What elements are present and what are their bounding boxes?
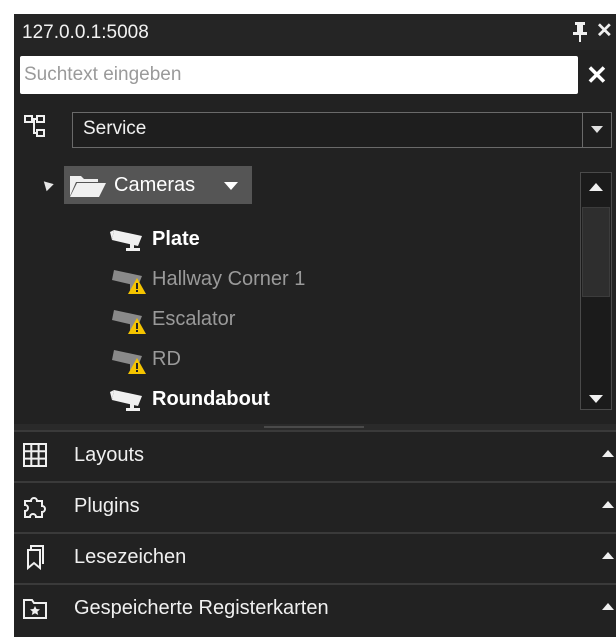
scrollbar-thumb[interactable] xyxy=(582,207,610,297)
scroll-down-icon[interactable] xyxy=(589,395,603,403)
camera-icon xyxy=(110,390,142,411)
section-label: Lesezeichen xyxy=(74,546,187,568)
view-select[interactable]: Service xyxy=(72,112,612,148)
chevron-down-icon[interactable] xyxy=(582,113,611,147)
bookmark-icon xyxy=(27,545,44,570)
camera-warning-icon xyxy=(112,350,146,374)
camera-label: Hallway Corner 1 xyxy=(152,268,306,290)
folder-open-icon xyxy=(70,176,106,197)
grid-icon xyxy=(23,443,47,467)
tree-item-camera[interactable]: Hallway Corner 1 xyxy=(108,264,508,296)
hierarchy-icon xyxy=(24,115,45,137)
camera-warning-icon xyxy=(112,310,146,334)
section-label: Gespeicherte Registerkarten xyxy=(74,597,329,619)
tree-scrollbar[interactable] xyxy=(580,172,612,410)
camera-label: RD xyxy=(152,348,181,370)
view-select-value: Service xyxy=(83,118,147,139)
chevron-up-icon[interactable] xyxy=(602,603,614,610)
tree-node-cameras[interactable]: Cameras xyxy=(64,166,252,204)
camera-label: Roundabout xyxy=(152,388,270,410)
camera-icon xyxy=(110,230,142,251)
expand-collapse-icon[interactable] xyxy=(40,177,54,192)
resources-panel: 127.0.0.1:5008 ✕ ✕ Service Cameras xyxy=(14,14,616,637)
chevron-down-icon[interactable] xyxy=(224,182,238,190)
section-layouts[interactable]: Layouts xyxy=(14,430,616,478)
chevron-up-icon[interactable] xyxy=(602,501,614,508)
camera-label: Escalator xyxy=(152,308,236,330)
panel-titlebar: 127.0.0.1:5008 ✕ xyxy=(14,14,616,50)
splitter-grip[interactable] xyxy=(264,426,364,428)
pin-icon[interactable] xyxy=(571,21,589,43)
search-box xyxy=(20,56,578,94)
camera-warning-icon xyxy=(112,270,146,294)
close-panel-button[interactable]: ✕ xyxy=(596,18,613,43)
section-plugins[interactable]: Plugins xyxy=(14,481,616,529)
tree-item-camera[interactable]: Plate xyxy=(108,224,508,256)
tree-item-camera[interactable]: Roundabout xyxy=(108,384,508,416)
scroll-up-icon[interactable] xyxy=(589,183,603,191)
camera-label: Plate xyxy=(152,228,200,250)
section-label: Layouts xyxy=(74,444,145,466)
puzzle-icon xyxy=(24,497,46,518)
clear-search-button[interactable]: ✕ xyxy=(586,60,608,91)
tree-item-camera[interactable]: RD xyxy=(108,344,508,376)
section-label: Plugins xyxy=(74,495,140,517)
saved-tabs-icon xyxy=(23,599,47,619)
tree-node-label: Cameras xyxy=(114,174,196,196)
chevron-up-icon[interactable] xyxy=(602,552,614,559)
camera-tree: Cameras Plate Hallway Corner 1 Escalator… xyxy=(14,160,580,422)
panel-title: 127.0.0.1:5008 xyxy=(22,22,149,43)
section-bookmarks[interactable]: Lesezeichen xyxy=(14,532,616,580)
section-saved-tabs[interactable]: Gespeicherte Registerkarten xyxy=(14,583,616,631)
tree-item-camera[interactable]: Escalator xyxy=(108,304,508,336)
chevron-up-icon[interactable] xyxy=(602,450,614,457)
search-input[interactable] xyxy=(20,56,564,94)
